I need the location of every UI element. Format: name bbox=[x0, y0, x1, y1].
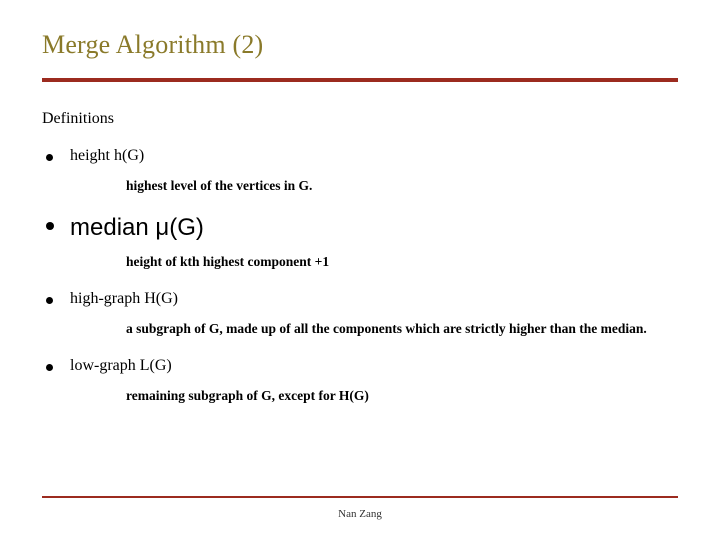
term: low-graph L(G) bbox=[70, 356, 678, 377]
term-description: remaining subgraph of G, except for H(G) bbox=[126, 387, 678, 405]
term-description: a subgraph of G, made up of all the comp… bbox=[126, 320, 678, 338]
list-item: height h(G) highest level of the vertice… bbox=[42, 146, 678, 195]
content-area: Definitions height h(G) highest level of… bbox=[42, 110, 678, 423]
list-item: low-graph L(G) remaining subgraph of G, … bbox=[42, 356, 678, 405]
term-description: highest level of the vertices in G. bbox=[126, 177, 678, 195]
list-item: median μ(G) height of kth highest compon… bbox=[42, 213, 678, 271]
definition-list: height h(G) highest level of the vertice… bbox=[42, 146, 678, 405]
term: height h(G) bbox=[70, 146, 678, 167]
footer-rule bbox=[42, 496, 678, 498]
list-item: high-graph H(G) a subgraph of G, made up… bbox=[42, 289, 678, 338]
term-description: height of kth highest component +1 bbox=[126, 253, 678, 271]
term: high-graph H(G) bbox=[70, 289, 678, 310]
slide-title: Merge Algorithm (2) bbox=[42, 30, 263, 60]
term: median μ(G) bbox=[70, 213, 678, 243]
footer-author: Nan Zang bbox=[0, 508, 720, 520]
title-rule bbox=[42, 78, 678, 82]
slide: Merge Algorithm (2) Definitions height h… bbox=[0, 0, 720, 540]
section-label: Definitions bbox=[42, 110, 678, 128]
